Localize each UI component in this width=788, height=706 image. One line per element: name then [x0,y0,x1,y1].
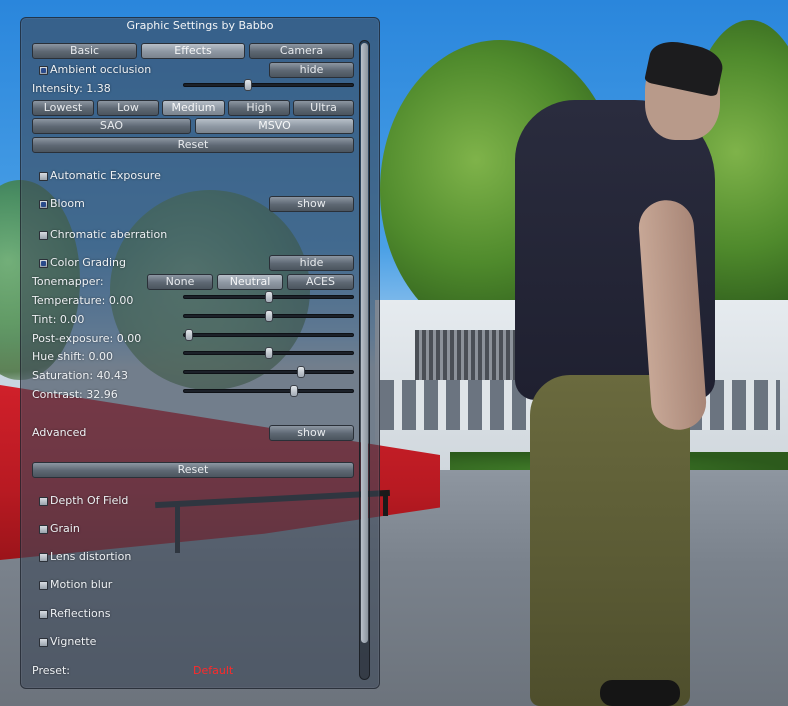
quality-lowest-button[interactable]: Lowest [32,100,94,116]
tonemapper-label: Tonemapper: [32,275,104,288]
lens-distortion-checkbox[interactable] [39,553,48,562]
lens-distortion-label: Lens distortion [50,550,132,563]
contrast-slider-thumb[interactable] [289,385,298,397]
hue-shift-slider[interactable] [183,347,354,359]
post-exposure-label: Post-exposure: 0.00 [32,332,142,345]
grind-rail-leg [383,492,388,516]
ambient-occlusion-label: Ambient occlusion [50,63,152,76]
temperature-slider-thumb[interactable] [264,291,273,303]
hue-shift-label: Hue shift: 0.00 [32,350,113,363]
automatic-exposure-checkbox[interactable] [39,172,48,181]
color-grading-hide-button[interactable]: hide [269,255,354,271]
temperature-label: Temperature: 0.00 [32,294,134,307]
preset-label: Preset: [32,664,71,677]
hue-shift-slider-thumb[interactable] [264,347,273,359]
advanced-show-button[interactable]: show [269,425,354,441]
ambient-occlusion-reset-button[interactable]: Reset [32,137,354,153]
saturation-slider[interactable] [183,366,354,378]
temperature-slider[interactable] [183,291,354,303]
ao-method-sao-button[interactable]: SAO [32,118,191,134]
preset-value[interactable]: Default [193,664,233,677]
motion-blur-label: Motion blur [50,578,113,591]
tint-slider[interactable] [183,310,354,322]
ao-method-msvo-button[interactable]: MSVO [195,118,354,134]
intensity-label: Intensity: 1.38 [32,82,111,95]
intensity-slider-thumb[interactable] [244,79,253,91]
quality-medium-button[interactable]: Medium [162,100,225,116]
skater-shoe [600,680,680,706]
bloom-label: Bloom [50,197,85,210]
contrast-slider[interactable] [183,385,354,397]
reflections-checkbox[interactable] [39,610,48,619]
saturation-label: Saturation: 40.43 [32,369,129,382]
grain-label: Grain [50,522,80,535]
tint-label: Tint: 0.00 [32,313,85,326]
intensity-slider[interactable] [183,79,354,91]
panel-scrollbar-thumb[interactable] [361,43,368,643]
tonemapper-none-button[interactable]: None [147,274,213,290]
saturation-slider-thumb[interactable] [296,366,305,378]
color-grading-reset-button[interactable]: Reset [32,462,354,478]
depth-of-field-checkbox[interactable] [39,497,48,506]
graphic-settings-panel: Graphic Settings by Babbo Basic Effects … [20,17,380,689]
panel-scrollbar[interactable] [359,40,370,680]
panel-title[interactable]: Graphic Settings by Babbo [21,18,379,34]
tab-camera[interactable]: Camera [249,43,354,59]
vignette-checkbox[interactable] [39,638,48,647]
quality-ultra-button[interactable]: Ultra [293,100,354,116]
tab-effects[interactable]: Effects [141,43,245,59]
tint-slider-thumb[interactable] [264,310,273,322]
contrast-label: Contrast: 32.96 [32,388,118,401]
bloom-checkbox[interactable] [39,200,48,209]
quality-low-button[interactable]: Low [97,100,159,116]
color-grading-label: Color Grading [50,256,126,269]
chromatic-aberration-label: Chromatic aberration [50,228,168,241]
tonemapper-aces-button[interactable]: ACES [287,274,354,290]
advanced-label: Advanced [32,426,87,439]
post-exposure-slider-thumb[interactable] [185,329,194,341]
depth-of-field-label: Depth Of Field [50,494,129,507]
tab-basic[interactable]: Basic [32,43,137,59]
tonemapper-neutral-button[interactable]: Neutral [217,274,283,290]
vignette-label: Vignette [50,635,97,648]
post-exposure-slider[interactable] [183,329,354,341]
chromatic-aberration-checkbox[interactable] [39,231,48,240]
motion-blur-checkbox[interactable] [39,581,48,590]
ambient-occlusion-checkbox[interactable] [39,66,48,75]
ambient-occlusion-hide-button[interactable]: hide [269,62,354,78]
reflections-label: Reflections [50,607,111,620]
color-grading-checkbox[interactable] [39,259,48,268]
bloom-show-button[interactable]: show [269,196,354,212]
grain-checkbox[interactable] [39,525,48,534]
automatic-exposure-label: Automatic Exposure [50,169,161,182]
quality-high-button[interactable]: High [228,100,290,116]
